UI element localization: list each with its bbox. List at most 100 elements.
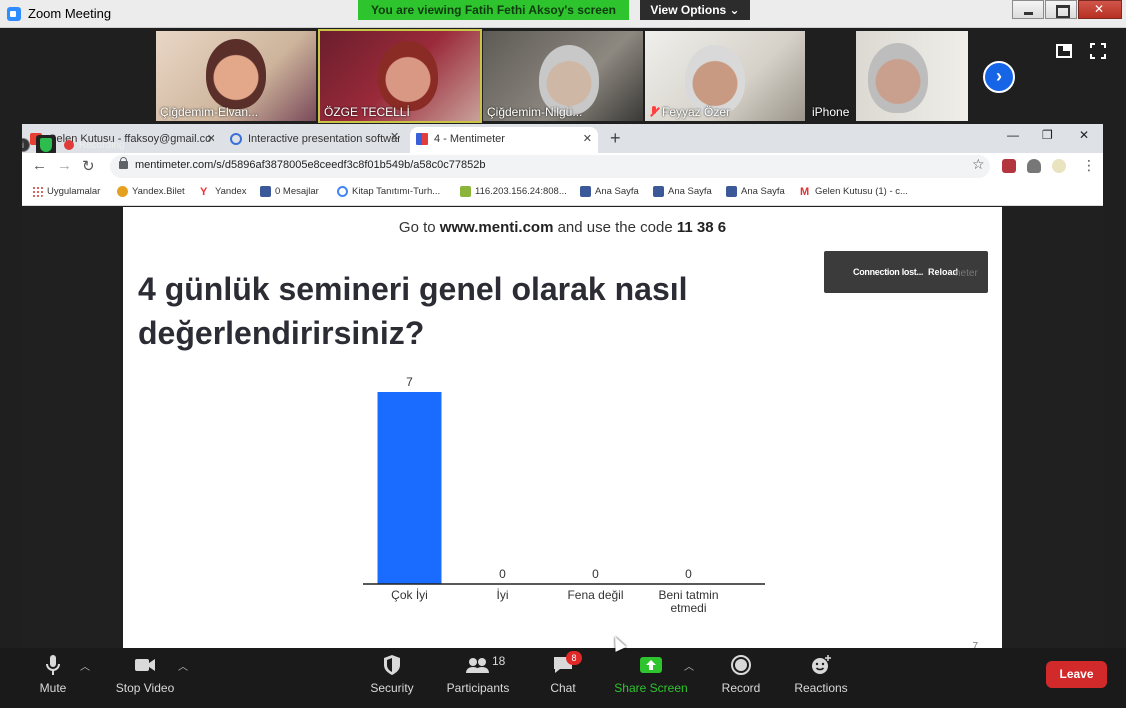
- video-tile[interactable]: Çiğdemim-Nilgü...: [483, 31, 643, 121]
- video-tile[interactable]: Çiğdemim-Elvan...: [156, 31, 316, 121]
- close-tab-icon[interactable]: ✕: [390, 130, 399, 143]
- mentimeter-circle-icon: [230, 133, 242, 145]
- mute-button[interactable]: Mute: [28, 648, 78, 704]
- puzzle-extension-icon[interactable]: [1027, 159, 1041, 173]
- audio-options-chevron-icon[interactable]: ︿: [80, 658, 90, 673]
- site-icon: [460, 186, 471, 197]
- participant-name: Çiğdemim-Elvan...: [160, 105, 259, 119]
- reactions-button[interactable]: Reactions: [790, 648, 852, 704]
- forward-arrow-icon[interactable]: →: [57, 157, 72, 174]
- participant-name: Feyyaz Özer: [649, 105, 730, 119]
- bookmark-item[interactable]: Uygulamalar: [32, 186, 100, 197]
- share-options-chevron-icon[interactable]: ︿: [684, 658, 694, 673]
- zoom-window: Zoom Meeting You are viewing Fatih Fethi…: [0, 0, 1126, 708]
- close-button[interactable]: [1078, 0, 1122, 19]
- participants-button[interactable]: 18 Participants: [440, 648, 516, 704]
- data-label: 0: [592, 567, 599, 581]
- close-tab-icon[interactable]: ✕: [207, 127, 214, 151]
- share-screen-button[interactable]: Share Screen: [612, 648, 690, 704]
- participants-icon: [466, 658, 489, 673]
- category-label: İyi: [497, 588, 509, 602]
- security-shield-icon[interactable]: [36, 135, 56, 155]
- facebook-icon: [580, 186, 591, 197]
- video-options-chevron-icon[interactable]: ︿: [178, 658, 188, 673]
- participant-name: iPhone: [812, 105, 850, 119]
- bookmark-star-icon[interactable]: ☆: [972, 156, 985, 173]
- bookmark-item[interactable]: Kitap Tanıtımı-Turh...: [337, 186, 440, 197]
- video-camera-icon: [135, 659, 155, 671]
- yandex-bilet-icon: [117, 186, 128, 197]
- speaker-view-icon[interactable]: [1056, 44, 1072, 58]
- join-code: 11 38 6: [676, 219, 727, 236]
- chat-unread-badge: 8: [566, 651, 582, 665]
- mentimeter-icon: [416, 133, 428, 145]
- participant-name: ÖZGE TECELLİ: [324, 105, 410, 119]
- close-tab-icon[interactable]: ✕: [583, 127, 592, 151]
- fullscreen-icon[interactable]: [1090, 43, 1106, 59]
- recording-label: Recording: [79, 139, 125, 151]
- browser-toolbar: ← → ↻ mentimeter.com/s/d5896af3878005e8c…: [22, 153, 1103, 180]
- address-bar[interactable]: mentimeter.com/s/d5896af3878005e8ceedf3c…: [110, 155, 990, 178]
- join-site: www.menti.com: [439, 219, 554, 236]
- muted-mic-icon: [649, 106, 659, 118]
- bookmarks-bar: Uygulamalar Yandex.Bilet Y Yandex 0 Mesaj…: [22, 180, 1103, 206]
- video-tile-active-speaker[interactable]: ÖZGE TECELLİ: [318, 29, 482, 123]
- browser-tab-bar: Gelen Kutusu - ffaksoy@gmail.co ✕ Intera…: [22, 124, 1103, 153]
- bookmark-item[interactable]: Y Yandex: [200, 186, 247, 198]
- reload-link[interactable]: Reload: [928, 267, 958, 277]
- bookmark-item[interactable]: 116.203.156.24:808...: [460, 186, 567, 197]
- participant-video: [378, 41, 438, 111]
- bookmark-item[interactable]: 0 Mesajlar: [260, 186, 319, 197]
- leave-button[interactable]: Leave: [1046, 661, 1107, 688]
- share-screen-icon: [640, 657, 662, 673]
- tab-label: 4 - Mentimeter: [434, 133, 505, 145]
- url-text: mentimeter.com/s/d5896af3878005e8ceedf3c…: [135, 159, 486, 171]
- video-tile[interactable]: iPhone: [808, 31, 968, 121]
- minimize-button[interactable]: [1012, 0, 1044, 19]
- bar: [377, 392, 442, 584]
- record-button[interactable]: Record: [716, 648, 766, 704]
- bookmark-item[interactable]: M Gelen Kutusu (1) - c...: [800, 186, 908, 198]
- security-button[interactable]: Security: [366, 648, 418, 704]
- question-title: 4 günlük semineri genel olarak nasıl değ…: [138, 271, 688, 351]
- tab-label: Interactive presentation software: [248, 133, 400, 145]
- video-tile[interactable]: Feyyaz Özer: [645, 31, 805, 121]
- tab-mentimeter[interactable]: 4 - Mentimeter ✕: [410, 127, 598, 153]
- back-arrow-icon[interactable]: ←: [32, 157, 47, 174]
- browser-minimize-icon[interactable]: —: [1007, 128, 1019, 142]
- facebook-icon: [653, 186, 664, 197]
- view-options-button[interactable]: View Options ⌄: [640, 0, 750, 20]
- tab-interactive-presentation[interactable]: Interactive presentation software: [224, 127, 400, 153]
- maximize-button[interactable]: [1045, 0, 1077, 19]
- participant-name: Çiğdemim-Nilgü...: [487, 105, 583, 119]
- bookmark-item[interactable]: Ana Sayfa: [580, 186, 639, 197]
- participant-video: [206, 39, 266, 109]
- browser-menu-icon[interactable]: ⋮: [1082, 157, 1096, 174]
- pdf-extension-icon[interactable]: [1002, 159, 1016, 173]
- participants-count: 18: [492, 654, 506, 668]
- lock-icon: [119, 157, 128, 169]
- chat-button[interactable]: 8 Chat: [541, 648, 585, 704]
- smiley-icon: [812, 655, 831, 674]
- bookmark-item[interactable]: Ana Sayfa: [653, 186, 712, 197]
- info-icon[interactable]: i: [22, 138, 30, 152]
- next-page-arrow-icon[interactable]: ›: [983, 61, 1015, 93]
- window-title: Zoom Meeting: [28, 6, 112, 21]
- shield-icon: [384, 655, 400, 675]
- bookmark-item[interactable]: Yandex.Bilet: [117, 186, 185, 197]
- browser-close-icon[interactable]: ✕: [1079, 128, 1089, 142]
- join-instruction: Go to www.menti.com and use the code 11 …: [398, 219, 727, 236]
- participant-video: [868, 43, 928, 113]
- new-tab-button[interactable]: +: [610, 128, 621, 149]
- category-label: Çok İyi: [391, 588, 428, 602]
- category-label: etmedi: [670, 601, 706, 615]
- stop-video-button[interactable]: Stop Video: [110, 648, 180, 704]
- facebook-icon: [726, 186, 737, 197]
- reload-icon[interactable]: ↻: [82, 157, 95, 175]
- profile-avatar[interactable]: [1052, 159, 1066, 173]
- record-icon: [731, 655, 751, 675]
- bookmark-item[interactable]: Ana Sayfa: [726, 186, 785, 197]
- mentimeter-slide: Go to www.menti.com and use the code 11 …: [123, 207, 1002, 648]
- recording-dot-icon: [64, 140, 74, 150]
- browser-restore-icon[interactable]: ❐: [1042, 128, 1053, 142]
